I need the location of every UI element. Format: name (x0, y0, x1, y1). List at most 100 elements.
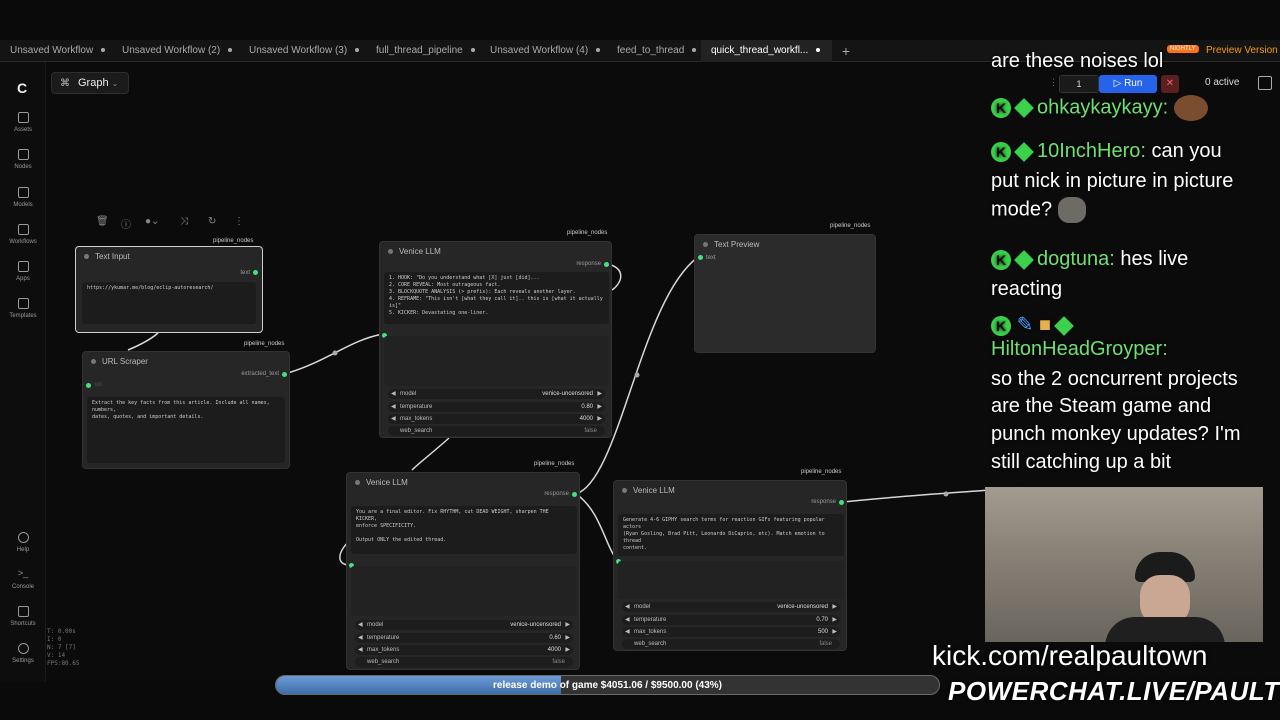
input-port[interactable] (86, 383, 91, 388)
wire (842, 489, 991, 503)
max-tokens-widget[interactable]: ◀ max_tokens 4000 ▶ (355, 645, 573, 655)
collapse-dot-icon[interactable] (703, 242, 708, 248)
arrow-left-icon[interactable]: ◀ (391, 389, 396, 399)
max-tokens-widget[interactable]: ◀ max_tokens 500 ▶ (622, 627, 840, 637)
input-port-label: url (95, 382, 102, 388)
bypass-icon[interactable]: ⤨ (180, 216, 188, 227)
chat-message: K 10InchHero: can you (991, 140, 1222, 163)
chat-message: are these noises lol (991, 50, 1163, 73)
graph-view-button[interactable]: ⌘ Graph ⌄ (51, 72, 129, 94)
reroute-dot[interactable] (332, 350, 338, 356)
delete-icon[interactable]: 🗑 (96, 216, 109, 227)
arrow-left-icon[interactable]: ◀ (358, 620, 363, 630)
arrow-right-icon[interactable]: ▶ (597, 389, 602, 399)
user-prompt-field[interactable] (351, 566, 577, 616)
widget-label: web_search (400, 428, 433, 434)
node-title: Venice LLM (622, 486, 675, 495)
donation-goal-bar: release demo of game $4051.06 / $9500.00… (275, 675, 940, 695)
node-title-label: URL Scraper (102, 357, 148, 366)
reroute-dot[interactable] (943, 491, 949, 497)
model-widget[interactable]: ◀ model venice-uncensored ▶ (622, 602, 840, 612)
output-port[interactable] (253, 270, 258, 275)
arrow-left-icon[interactable]: ◀ (391, 402, 396, 412)
node-title: Venice LLM (355, 478, 408, 487)
text-preview-node[interactable]: Text Preview text (694, 234, 876, 353)
output-port[interactable] (572, 492, 577, 497)
widget-label: max_tokens (400, 416, 433, 422)
arrow-right-icon[interactable]: ▶ (565, 620, 570, 630)
chat-username: ohkaykaykayy: (1037, 96, 1169, 119)
output-port[interactable] (604, 262, 609, 267)
kick-badge-icon: K (991, 141, 1011, 162)
model-widget[interactable]: ◀ model venice-uncensored ▶ (388, 389, 605, 399)
chat-text: hes live (1120, 248, 1189, 270)
info-icon[interactable]: ⓘ (121, 216, 131, 231)
chat-text: so the 2 ocncurrent projects (991, 368, 1238, 390)
system-prompt-field[interactable]: You are a final editor. Fix RHYTHM, cut … (351, 506, 577, 554)
wire (575, 493, 618, 561)
arrow-right-icon[interactable]: ▶ (832, 615, 837, 625)
arrow-right-icon[interactable]: ▶ (597, 402, 602, 412)
temperature-widget[interactable]: ◀ temperature 0.60 ▶ (355, 633, 573, 643)
web-search-toggle[interactable]: web_search false (355, 657, 573, 667)
color-icon[interactable]: ●⌄ (145, 216, 159, 227)
arrow-left-icon[interactable]: ◀ (391, 414, 396, 424)
chat-message: Kohkaykaykayy: (991, 95, 1208, 121)
collapse-dot-icon[interactable] (388, 249, 393, 255)
chat-username: dogtuna: (1037, 248, 1115, 270)
chat-message: HiltonHeadGroyper: (991, 338, 1168, 361)
output-port[interactable] (839, 500, 844, 505)
collapse-dot-icon[interactable] (622, 488, 627, 494)
system-prompt-field[interactable]: Generate 4-6 GIPHY search terms for reac… (618, 514, 844, 556)
more-icon[interactable]: ⋮ (234, 216, 244, 227)
arrow-left-icon[interactable]: ◀ (358, 633, 363, 643)
web-search-toggle[interactable]: web_search false (622, 639, 840, 649)
collapse-dot-icon[interactable] (84, 254, 89, 260)
arrow-left-icon[interactable]: ◀ (625, 602, 630, 612)
arrow-left-icon[interactable]: ◀ (358, 645, 363, 655)
widget-value: 500 (817, 629, 828, 635)
powerchat-url: POWERCHAT.LIVE/PAULTOWN (948, 676, 1280, 706)
temperature-widget[interactable]: ◀ temperature 0.80 ▶ (388, 402, 605, 412)
collapse-dot-icon[interactable] (91, 359, 96, 365)
collapse-dot-icon[interactable] (355, 480, 360, 486)
url-scraper-node[interactable]: URL Scraper url extracted_text Extract t… (82, 351, 290, 469)
max-tokens-widget[interactable]: ◀ max_tokens 4000 ▶ (388, 414, 605, 424)
chat-text: put nick in picture in picture (991, 170, 1234, 192)
chat-message-cont: put nick in picture in picture (991, 170, 1233, 193)
arrow-right-icon[interactable]: ▶ (597, 414, 602, 424)
node-title: Text Input (84, 252, 130, 261)
venice-llm-node-3[interactable]: Venice LLM response Generate 4-6 GIPHY s… (613, 480, 847, 651)
input-port[interactable] (698, 255, 703, 260)
text-input-node[interactable]: Text Input text https://ykumar.me/blog/e… (75, 246, 263, 333)
chat-username: HiltonHeadGroyper: (991, 338, 1168, 360)
scraper-prompt-field[interactable]: Extract the key facts from this article.… (87, 397, 285, 463)
kick-badge-icon: K (991, 315, 1011, 336)
web-search-toggle[interactable]: web_search false (388, 426, 605, 436)
system-prompt-field[interactable]: 1. HOOK: "Do you understand what [X] jus… (384, 272, 609, 324)
arrow-right-icon[interactable]: ▶ (832, 627, 837, 637)
user-prompt-field[interactable] (384, 336, 609, 386)
kick-url: kick.com/realpaultown (932, 640, 1208, 671)
arrow-left-icon[interactable]: ◀ (625, 627, 630, 637)
arrow-left-icon[interactable]: ◀ (625, 615, 630, 625)
output-port[interactable] (282, 372, 287, 377)
reroute-dot[interactable] (634, 372, 640, 378)
node-tag: pipeline_nodes (534, 461, 575, 467)
node-title-label: Venice LLM (366, 478, 408, 487)
node-title: Text Preview (703, 240, 759, 249)
arrow-right-icon[interactable]: ▶ (832, 602, 837, 612)
widget-label: temperature (634, 617, 667, 623)
text-input-field[interactable]: https://ykumar.me/blog/eclip-autoresearc… (82, 282, 256, 324)
arrow-right-icon[interactable]: ▶ (565, 633, 570, 643)
node-tag: pipeline_nodes (213, 238, 254, 244)
temperature-widget[interactable]: ◀ temperature 0.70 ▶ (622, 615, 840, 625)
venice-llm-node-1[interactable]: Venice LLM response 1. HOOK: "Do you und… (379, 241, 612, 438)
user-prompt-field[interactable] (618, 561, 844, 599)
node-tag: pipeline_nodes (567, 230, 608, 236)
model-widget[interactable]: ◀ model venice-uncensored ▶ (355, 620, 573, 630)
widget-label: web_search (367, 659, 400, 665)
venice-llm-node-2[interactable]: Venice LLM response You are a final edit… (346, 472, 580, 670)
refresh-icon[interactable]: ↻ (208, 216, 216, 227)
arrow-right-icon[interactable]: ▶ (565, 645, 570, 655)
